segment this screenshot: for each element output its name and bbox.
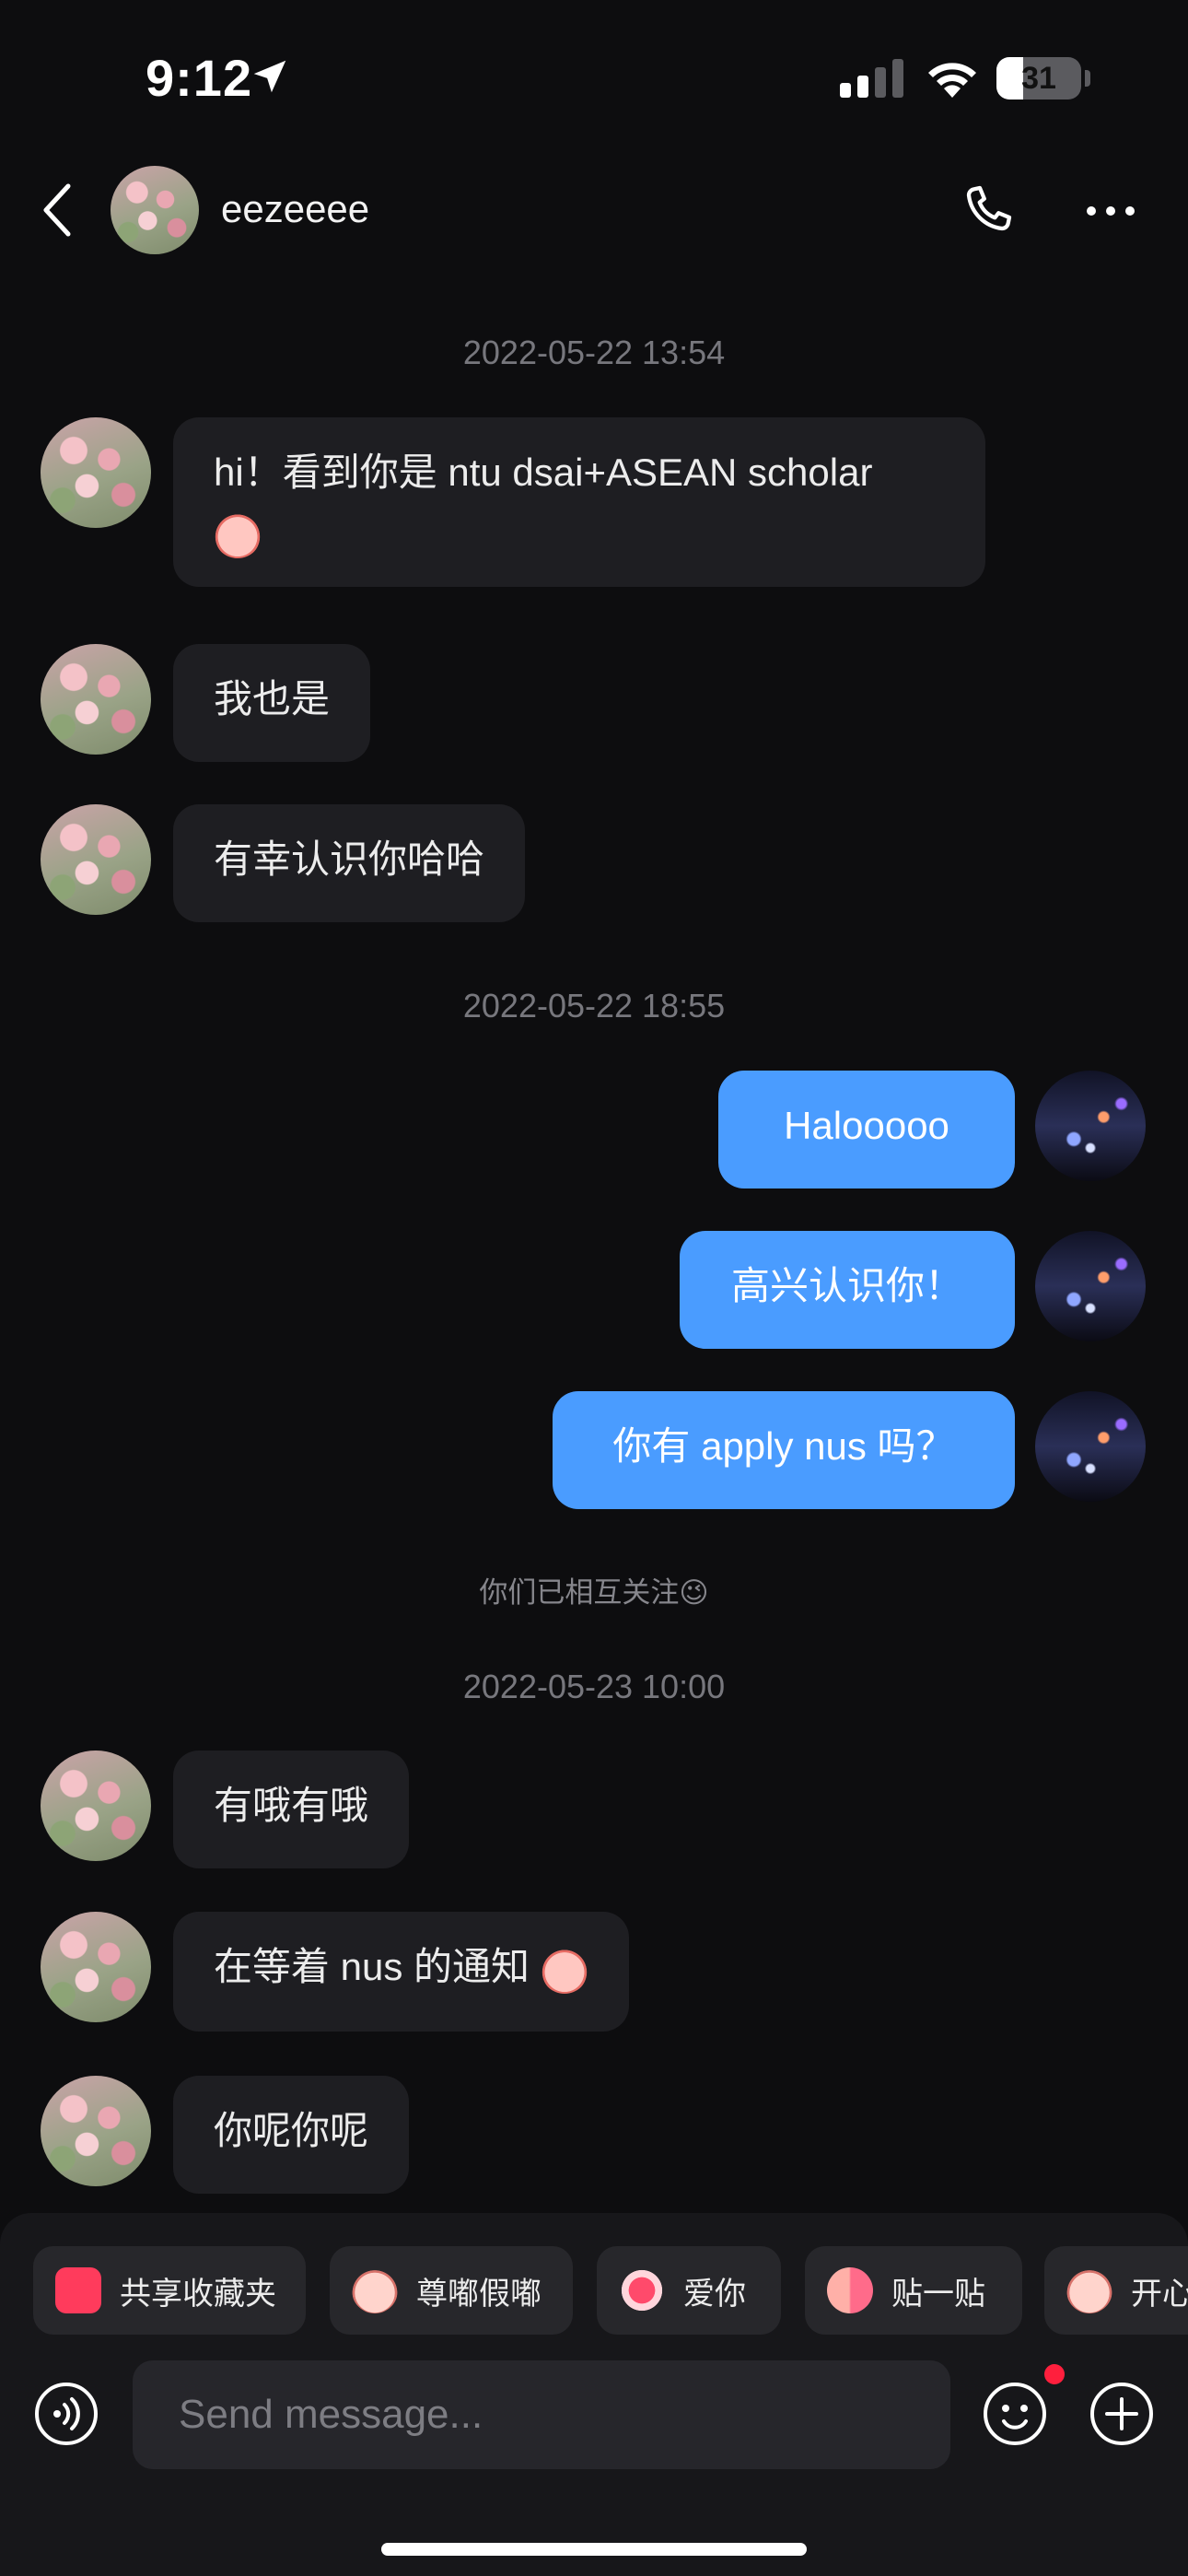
quick-reply-label: 尊嘟假嘟 bbox=[416, 2276, 542, 2312]
my-avatar[interactable] bbox=[1035, 1071, 1146, 1181]
message-timestamp: 2022-05-23 10:00 bbox=[462, 1668, 726, 1705]
message-timestamp: 2022-05-22 13:54 bbox=[462, 334, 726, 371]
quick-reply-love-you[interactable]: 爱你 bbox=[597, 2246, 781, 2335]
cellular-signal-icon bbox=[840, 59, 903, 98]
notification-dot bbox=[1044, 2364, 1065, 2384]
quick-reply-label: 爱你 bbox=[683, 2276, 746, 2312]
sender-avatar[interactable] bbox=[41, 2076, 151, 2186]
incoming-message[interactable]: 在等着 nus 的通知 bbox=[173, 1912, 629, 2032]
sender-avatar[interactable] bbox=[41, 417, 151, 528]
contact-avatar[interactable] bbox=[111, 166, 199, 254]
crying-sticker-icon bbox=[540, 1945, 588, 1994]
battery-tip bbox=[1085, 70, 1090, 87]
message-text: 高兴认识你！ bbox=[730, 1264, 963, 1307]
message-text: hi！看到你是 ntu dsai+ASEAN scholar bbox=[214, 451, 873, 494]
incoming-message[interactable]: 有幸认识你哈哈 bbox=[173, 804, 526, 922]
contact-name[interactable]: eezeeee bbox=[221, 187, 369, 231]
quick-reply-stick[interactable]: 贴一贴 bbox=[805, 2246, 1022, 2335]
message-text: 有幸认识你哈哈 bbox=[214, 837, 485, 881]
quick-reply-happy[interactable]: 开心 bbox=[1044, 2246, 1188, 2335]
message-timestamp: 2022-05-22 18:55 bbox=[462, 987, 726, 1025]
message-text: 在等着 nus 的通知 bbox=[214, 1945, 530, 1988]
my-avatar[interactable] bbox=[1035, 1391, 1146, 1502]
message-text: Halooooo bbox=[784, 1104, 949, 1147]
folder-star-icon bbox=[55, 2267, 101, 2313]
message-text: 你有 apply nus 吗？ bbox=[612, 1424, 955, 1468]
incoming-message[interactable]: hi！看到你是 ntu dsai+ASEAN scholar bbox=[173, 417, 985, 587]
quick-reply-label: 贴一贴 bbox=[891, 2276, 985, 2312]
sender-avatar[interactable] bbox=[41, 1751, 151, 1861]
battery-indicator: 31 bbox=[996, 57, 1081, 100]
outgoing-message[interactable]: 高兴认识你！ bbox=[680, 1231, 1015, 1349]
quick-reply-zundu[interactable]: 尊嘟假嘟 bbox=[330, 2246, 573, 2335]
battery-level: 31 bbox=[1021, 61, 1056, 96]
message-text: 你呢你呢 bbox=[214, 2109, 369, 2152]
quick-reply-label: 开心 bbox=[1131, 2276, 1188, 2312]
message-text: 我也是 bbox=[214, 677, 331, 720]
add-attachment-icon[interactable] bbox=[1089, 2381, 1155, 2447]
outgoing-message[interactable]: 你有 apply nus 吗？ bbox=[553, 1391, 1015, 1509]
pig-face-icon bbox=[352, 2267, 398, 2313]
outgoing-message[interactable]: Halooooo bbox=[718, 1071, 1015, 1188]
incoming-message[interactable]: 有哦有哦 bbox=[173, 1751, 410, 1868]
incoming-message[interactable]: 我也是 bbox=[173, 644, 371, 762]
peach-sticker-icon bbox=[214, 509, 262, 558]
sender-avatar[interactable] bbox=[41, 1912, 151, 2022]
phone-call-icon[interactable] bbox=[958, 181, 1017, 240]
my-avatar[interactable] bbox=[1035, 1231, 1146, 1341]
more-options-icon[interactable] bbox=[1085, 205, 1136, 217]
cheek-kiss-icon bbox=[827, 2267, 873, 2313]
message-input[interactable] bbox=[133, 2360, 950, 2469]
emoji-icon[interactable] bbox=[982, 2381, 1048, 2447]
home-indicator[interactable] bbox=[381, 2543, 807, 2556]
incoming-message[interactable]: 你呢你呢 bbox=[173, 2076, 410, 2194]
sender-avatar[interactable] bbox=[41, 644, 151, 755]
status-time: 9:12 bbox=[146, 49, 253, 107]
quick-reply-label: 共享收藏夹 bbox=[120, 2276, 276, 2312]
wifi-icon bbox=[928, 63, 976, 98]
heart-pig-icon bbox=[619, 2267, 665, 2313]
location-arrow-icon bbox=[253, 60, 286, 93]
mutual-follow-notice: 你们已相互关注😉 bbox=[479, 1576, 709, 1609]
happy-sticker-icon bbox=[1066, 2267, 1112, 2313]
sender-avatar[interactable] bbox=[41, 804, 151, 915]
voice-message-icon[interactable] bbox=[33, 2381, 99, 2447]
back-chevron-icon[interactable] bbox=[41, 181, 77, 240]
quick-reply-shared-favorites[interactable]: 共享收藏夹 bbox=[33, 2246, 306, 2335]
message-input-box[interactable] bbox=[133, 2360, 950, 2469]
message-text: 有哦有哦 bbox=[214, 1784, 369, 1827]
